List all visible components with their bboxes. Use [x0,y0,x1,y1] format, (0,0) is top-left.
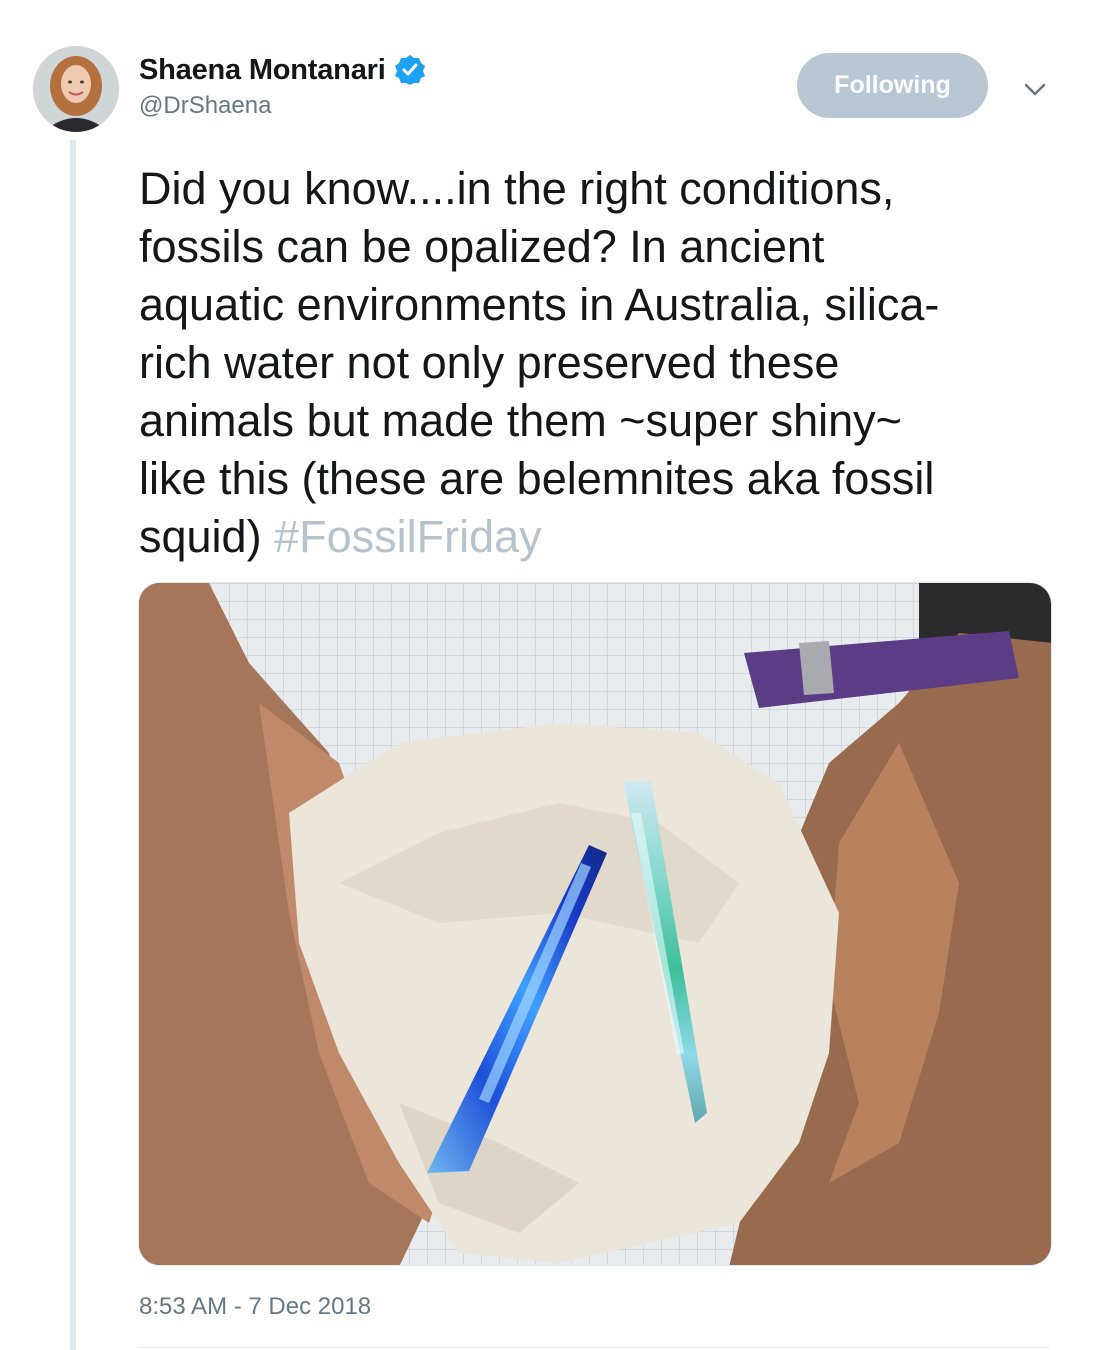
following-button[interactable]: Following [797,53,988,118]
name-row: Shaena Montanari [139,52,426,88]
tweet-line: Did you know....in the right conditions, [139,163,895,214]
tweet-line: aquatic environments in Australia, silic… [139,279,940,330]
hashtag-link[interactable]: #FossilFriday [274,511,542,562]
thread-line [70,140,76,1350]
tweet-timestamp[interactable]: 8:53 AM - 7 Dec 2018 [139,1293,371,1321]
tweet-line-tail: squid) [139,511,262,562]
author-avatar[interactable] [33,46,119,132]
author-info: Shaena Montanari @DrShaena [139,52,426,120]
avatar-image [33,46,119,132]
tweet-last-line: squid) #FossilFriday [139,508,1059,566]
author-display-name[interactable]: Shaena Montanari [139,54,386,87]
divider [139,1347,1050,1348]
tweet-text: Did you know....in the right conditions,… [139,160,1059,566]
verified-badge-icon [394,54,426,86]
tweet-photo[interactable] [138,582,1052,1266]
tweet-line: like this (these are belemnites aka foss… [139,453,935,504]
tweet-line: rich water not only preserved these [139,337,840,388]
tweet-line: animals but made them ~super shiny~ [139,395,902,446]
tweet-line: fossils can be opalized? In ancient [139,221,825,272]
chevron-down-icon[interactable] [1020,78,1050,100]
author-handle[interactable]: @DrShaena [139,92,426,120]
photo-image [139,583,1051,1265]
